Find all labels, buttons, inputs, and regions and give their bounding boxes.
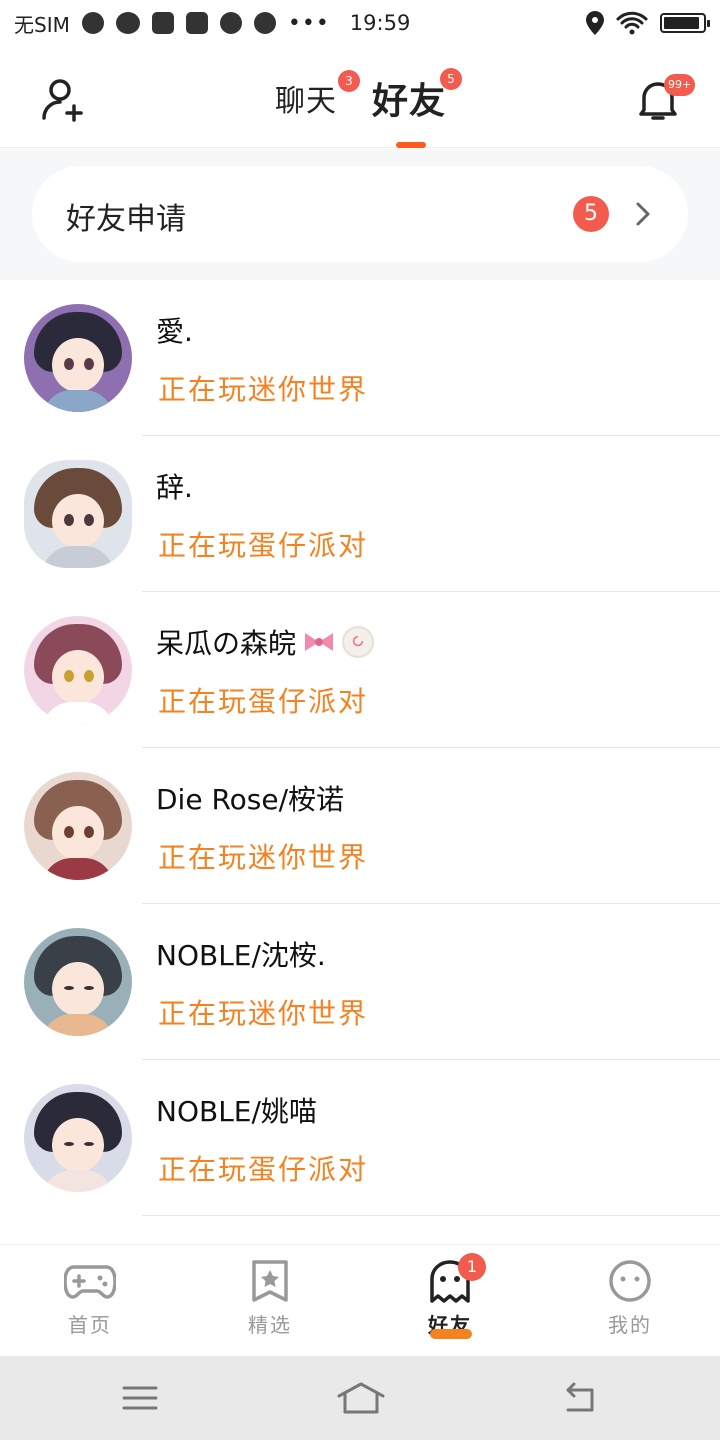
status-right (586, 11, 710, 35)
friend-name: 辞. (156, 471, 193, 504)
friend-status: 正在玩蛋仔派对 (158, 1153, 369, 1186)
friend-status: 正在玩蛋仔派对 (158, 529, 369, 562)
friend-request-label: 好友申请 (66, 202, 186, 237)
tab-chat[interactable]: 聊天 (275, 76, 337, 120)
gamepad-icon (64, 1265, 116, 1299)
chevron-right-icon (636, 202, 650, 226)
friend-row[interactable]: NOBLE/姚喵 正在玩蛋仔派对 (0, 1060, 720, 1216)
top-header: 聊天 3 好友 5 99+ (0, 46, 720, 148)
friend-name: Die Rose/桉诺 (156, 783, 345, 816)
friend-status: 正在玩迷你世界 (158, 373, 369, 406)
friend-row[interactable]: NOBLE/沈桉. 正在玩迷你世界 (0, 904, 720, 1060)
avatar[interactable] (24, 1084, 132, 1192)
game-icon (253, 12, 276, 34)
back-icon[interactable] (560, 1380, 600, 1416)
bow-emoji-icon (305, 633, 334, 651)
friend-name: NOBLE/沈桉. (156, 939, 326, 972)
notification-badge: 99+ (664, 74, 696, 96)
wifi-icon (616, 11, 648, 35)
nav-home[interactable]: 首页 (40, 1259, 140, 1338)
friend-name-group: 呆瓜の森皖 (156, 622, 375, 662)
friend-status: 正在玩迷你世界 (158, 841, 369, 874)
friend-request-count: 5 (573, 196, 609, 232)
status-left: 无SIM ••• 19:59 (14, 9, 410, 38)
bag-icon (185, 12, 208, 34)
face-icon (609, 1260, 651, 1302)
friend-status: 正在玩迷你世界 (158, 997, 369, 1030)
bottom-nav: 首页 精选 好友 1 我的 (0, 1244, 720, 1356)
location-icon (586, 11, 604, 35)
nav-featured-label: 精选 (248, 1313, 292, 1337)
tab-friends[interactable]: 好友 (372, 72, 446, 124)
star-badge-icon (252, 1260, 288, 1302)
nav-home-label: 首页 (68, 1313, 112, 1337)
active-nav-indicator (430, 1329, 472, 1339)
friend-request-section: 好友申请 5 (0, 149, 720, 280)
more-dots-icon: ••• (287, 10, 330, 36)
carrier-text: 无SIM (14, 12, 70, 37)
system-nav-bar (0, 1356, 720, 1440)
app-notification-icon (81, 12, 104, 34)
clock: 19:59 (349, 11, 411, 35)
nav-me-label: 我的 (608, 1313, 652, 1337)
nav-friends-badge: 1 (458, 1253, 486, 1281)
friend-name: 愛. (156, 315, 193, 348)
friend-row[interactable]: Die Rose/桉诺 正在玩迷你世界 (0, 748, 720, 904)
chat-badge: 3 (338, 70, 360, 92)
friend-request-button[interactable]: 好友申请 5 (32, 166, 688, 262)
nav-featured[interactable]: 精选 (220, 1259, 320, 1338)
battery-icon (660, 13, 710, 33)
nav-me[interactable]: 我的 (580, 1259, 680, 1338)
avatar[interactable] (24, 772, 132, 880)
friends-badge: 5 (440, 68, 462, 90)
home-icon[interactable] (336, 1380, 386, 1416)
avatar[interactable] (24, 616, 132, 724)
friend-row[interactable]: 愛. 正在玩迷你世界 (0, 280, 720, 436)
avatar[interactable] (24, 304, 132, 412)
row-divider (142, 1215, 720, 1216)
friend-row[interactable]: 辞. 正在玩蛋仔派对 (0, 436, 720, 592)
active-tab-indicator (396, 142, 426, 148)
bag-icon (151, 12, 174, 34)
friend-status: 正在玩蛋仔派对 (158, 685, 369, 718)
status-bar: 无SIM ••• 19:59 (0, 0, 720, 46)
friend-list[interactable]: 愛. 正在玩迷你世界 辞. 正在玩蛋仔派对 呆瓜の森皖 正在玩蛋仔派对 Die … (0, 280, 720, 1244)
friend-name: 呆瓜の森皖 (156, 627, 297, 660)
avatar[interactable] (24, 460, 132, 568)
avatar[interactable] (24, 928, 132, 1036)
cat-icon (219, 12, 242, 34)
add-friend-icon[interactable] (40, 76, 88, 124)
friend-row[interactable]: 呆瓜の森皖 正在玩蛋仔派对 (0, 592, 720, 748)
friend-name: NOBLE/姚喵 (156, 1095, 317, 1128)
menu-icon[interactable] (120, 1380, 160, 1416)
wechat-icon (115, 12, 140, 34)
fishcake-emoji-icon (342, 626, 375, 658)
